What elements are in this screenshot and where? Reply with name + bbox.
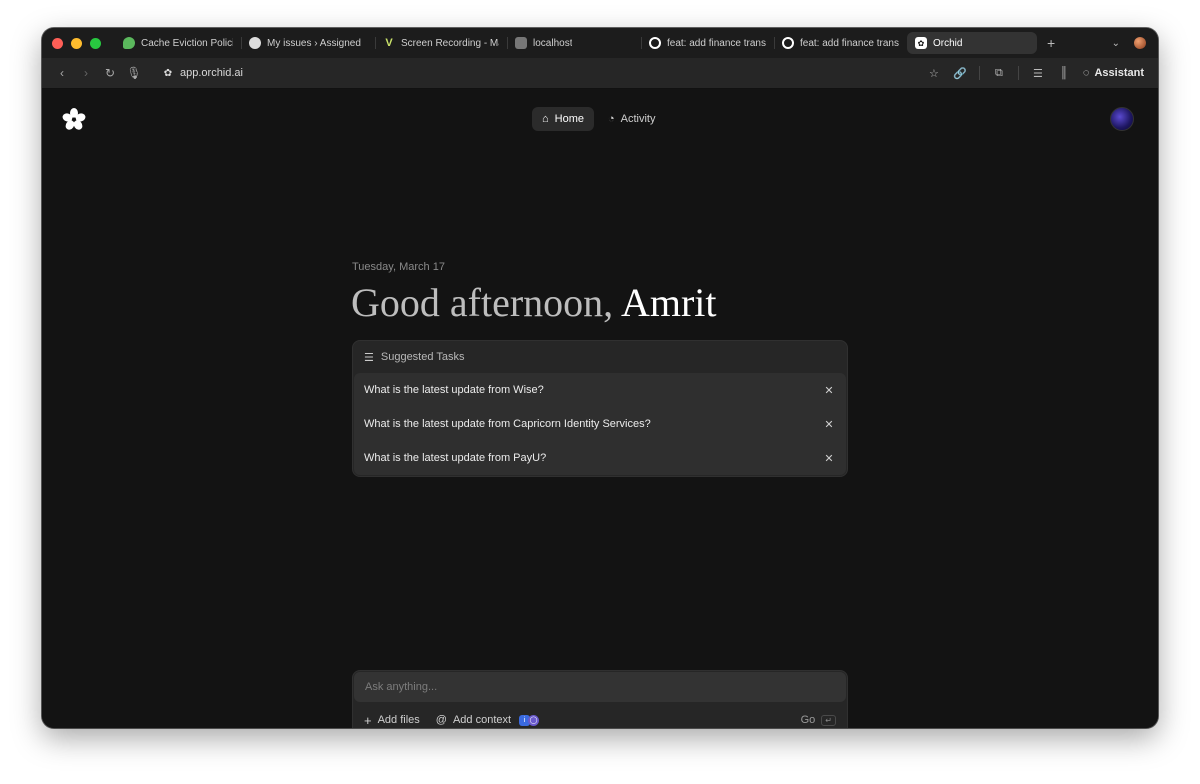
tab-cache-eviction[interactable]: Cache Eviction Policies (115, 32, 241, 54)
context-source-icons: i ◯ (519, 714, 540, 726)
stack-icon: ☰ (364, 351, 374, 364)
tab-activity[interactable]: ◔ Activity (598, 107, 666, 131)
orchid-icon: ✿ (915, 37, 927, 49)
enter-key-icon: ↵ (821, 714, 836, 726)
chevron-down-icon[interactable]: ⌄ (1112, 38, 1120, 49)
url-field[interactable]: app.orchid.ai (180, 67, 243, 79)
add-files-button[interactable]: + Add files (364, 713, 420, 728)
github-icon (649, 37, 661, 49)
address-bar: ‹ › ↻ 🎙 ✿ app.orchid.ai ☆ 🔗 ⧉ ☰ ║ ◌ Assi… (42, 58, 1158, 89)
github-icon (782, 37, 794, 49)
close-window-button[interactable] (52, 37, 63, 49)
composer-toolbar: + Add files @ Add context i ◯ Go ↵ (353, 709, 847, 728)
window-controls (52, 37, 101, 49)
tab-github-pr-2[interactable]: feat: add finance transa (774, 32, 907, 54)
tab-github-pr-1[interactable]: feat: add finance transa (641, 32, 774, 54)
suggested-task-item[interactable]: What is the latest update from Capricorn… (354, 407, 846, 441)
forward-icon[interactable]: › (74, 66, 98, 80)
assistant-icon: ◌ (1082, 67, 1090, 79)
extensions-icon[interactable]: ⧉ (988, 67, 1010, 80)
divider (978, 66, 980, 80)
app-content: ⌂ Home ◔ Activity Tuesday, March 17 Good… (42, 89, 1158, 728)
globe-icon (515, 37, 527, 49)
add-context-button[interactable]: @ Add context i ◯ (435, 714, 540, 726)
tab-home[interactable]: ⌂ Home (532, 107, 594, 131)
clock-icon: ◔ (608, 113, 615, 125)
bookmark-star-icon[interactable]: ☆ (923, 67, 945, 80)
greeting-heading: Good afternoon, Amrit (351, 279, 717, 326)
ask-input[interactable] (354, 672, 846, 702)
suggested-tasks-header: ☰ Suggested Tasks (364, 351, 465, 364)
back-icon[interactable]: ‹ (50, 66, 74, 80)
tab-orchid[interactable]: ✿ Orchid (907, 32, 1037, 54)
microphone-icon[interactable]: 🎙 (122, 66, 146, 80)
minimize-window-button[interactable] (71, 37, 82, 49)
address-actions: ☆ 🔗 ⧉ ☰ ║ ◌ Assistant (923, 66, 1144, 80)
chat-source-icon: ◯ (528, 714, 540, 726)
link-icon[interactable]: 🔗 (949, 67, 971, 80)
tab-localhost[interactable]: localhost (507, 32, 641, 54)
audio-waveform-icon[interactable]: ║ (1053, 67, 1075, 79)
reload-icon[interactable]: ↻ (98, 66, 122, 80)
plus-icon: + (364, 712, 372, 728)
tab-strip: Cache Eviction Policies My issues › Assi… (42, 28, 1158, 58)
site-favicon-icon: ✿ (163, 67, 173, 79)
suggested-task-item[interactable]: What is the latest update from PayU? ✕ (354, 441, 846, 475)
user-avatar[interactable] (1110, 107, 1134, 131)
tab-screen-recording[interactable]: V Screen Recording - Mar (375, 32, 507, 54)
go-button[interactable]: Go ↵ (801, 714, 836, 726)
suggested-tasks-list: What is the latest update from Wise? ✕ W… (354, 373, 846, 475)
close-icon[interactable]: ✕ (822, 384, 836, 397)
assistant-button[interactable]: ◌ Assistant (1083, 67, 1144, 79)
close-icon[interactable]: ✕ (822, 418, 836, 431)
top-navigation: ⌂ Home ◔ Activity (532, 107, 666, 131)
vimeo-icon: V (385, 37, 393, 49)
new-tab-button[interactable]: + (1047, 35, 1055, 51)
profile-avatar[interactable] (1134, 37, 1146, 49)
suggested-task-item[interactable]: What is the latest update from Wise? ✕ (354, 373, 846, 407)
close-icon[interactable]: ✕ (822, 452, 836, 465)
current-date: Tuesday, March 17 (352, 261, 445, 273)
greeting-text: Good afternoon, (351, 280, 614, 325)
ask-composer: + Add files @ Add context i ◯ Go ↵ (352, 670, 848, 728)
divider (1017, 66, 1019, 80)
user-name: Amrit (620, 280, 717, 325)
reader-mode-icon[interactable]: ☰ (1027, 67, 1049, 80)
home-icon: ⌂ (542, 113, 549, 125)
orchid-logo-icon[interactable] (62, 107, 86, 131)
browser-window: Cache Eviction Policies My issues › Assi… (42, 28, 1158, 728)
maximize-window-button[interactable] (90, 37, 101, 49)
evernote-icon (123, 37, 135, 49)
tab-my-issues[interactable]: My issues › Assigned (241, 32, 375, 54)
linear-icon (249, 37, 261, 49)
at-sign-icon: @ (435, 714, 447, 726)
suggested-tasks-card: ☰ Suggested Tasks What is the latest upd… (352, 340, 848, 477)
